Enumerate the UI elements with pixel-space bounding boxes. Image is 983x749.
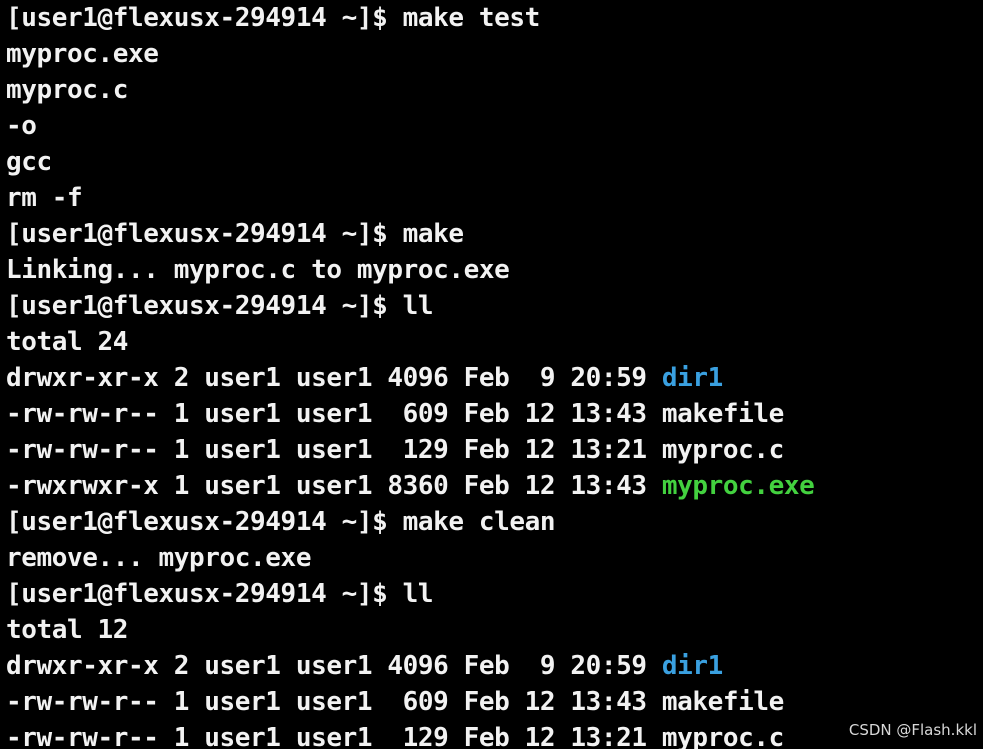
terminal-line: -rwxrwxr-x 1 user1 user1 8360 Feb 12 13:… [6,468,815,504]
terminal-line: [user1@flexusx-294914 ~]$ make test [6,0,814,36]
terminal-line-text: [user1@flexusx-294914 ~]$ make test [6,3,540,33]
terminal-line: -rw-rw-r-- 1 user1 user1 609 Feb 12 13:4… [6,396,814,432]
terminal-line: remove... myproc.exe [6,540,814,576]
directory-name: dir1 [661,363,723,393]
watermark: CSDN @Flash.kkl [848,721,977,739]
terminal-line: Linking... myproc.c to myproc.exe [6,252,814,288]
file-name: myproc.c [661,435,784,465]
terminal-line-text: [user1@flexusx-294914 ~]$ make clean [6,507,556,537]
terminal-line: total 12 [6,612,814,648]
terminal-line-text: drwxr-xr-x 2 user1 user1 4096 Feb 9 20:5… [6,651,662,681]
terminal-line-text: -o [6,111,37,141]
directory-name: dir1 [661,651,723,681]
terminal-line-text: myproc.c [6,75,129,105]
terminal-line: myproc.c [6,72,814,108]
file-name: makefile [661,687,784,717]
terminal-window[interactable]: [user1@flexusx-294914 ~]$ make test mypro… [0,0,983,749]
terminal-line: gcc [6,144,814,180]
terminal-line: drwxr-xr-x 2 user1 user1 4096 Feb 9 20:5… [6,648,814,684]
terminal-line-text: drwxr-xr-x 2 user1 user1 4096 Feb 9 20:5… [6,363,662,393]
terminal-line-text: remove... myproc.exe [6,543,312,573]
terminal-line-text: Linking... myproc.c to myproc.exe [6,255,510,285]
terminal-line-text: gcc [6,147,52,177]
terminal-line-text: -rw-rw-r-- 1 user1 user1 609 Feb 12 13:4… [6,687,662,717]
terminal-line: -rw-rw-r-- 1 user1 user1 129 Feb 12 13:2… [6,720,814,749]
terminal-output: [user1@flexusx-294914 ~]$ make test mypro… [6,0,815,749]
terminal-line: total 24 [6,324,814,360]
terminal-line-text: [user1@flexusx-294914 ~]$ ll [6,291,434,321]
terminal-line: [user1@flexusx-294914 ~]$ ll [6,288,814,324]
terminal-line: [user1@flexusx-294914 ~]$ ll [6,576,814,612]
terminal-line-text: myproc.exe [6,39,159,69]
terminal-line: -rw-rw-r-- 1 user1 user1 609 Feb 12 13:4… [6,684,814,720]
terminal-line-text: total 24 [6,327,129,357]
terminal-line-text: -rw-rw-r-- 1 user1 user1 129 Feb 12 13:2… [6,435,662,465]
terminal-line-text: -rwxrwxr-x 1 user1 user1 8360 Feb 12 13:… [6,471,662,501]
terminal-line: myproc.exe [6,36,814,72]
terminal-line-text: -rw-rw-r-- 1 user1 user1 609 Feb 12 13:4… [6,399,662,429]
file-name: makefile [661,399,784,429]
terminal-line-text: -rw-rw-r-- 1 user1 user1 129 Feb 12 13:2… [6,723,662,749]
file-name: myproc.c [661,723,784,749]
terminal-line: [user1@flexusx-294914 ~]$ make clean [6,504,814,540]
terminal-line: -o [6,108,814,144]
terminal-line-text: [user1@flexusx-294914 ~]$ make [6,219,464,249]
terminal-line: rm -f [6,180,814,216]
executable-name: myproc.exe [661,471,815,501]
terminal-line-text: [user1@flexusx-294914 ~]$ ll [6,579,434,609]
terminal-line: drwxr-xr-x 2 user1 user1 4096 Feb 9 20:5… [6,360,814,396]
terminal-line-text: total 12 [6,615,129,645]
terminal-line: [user1@flexusx-294914 ~]$ make [6,216,814,252]
terminal-line-text: rm -f [6,183,83,213]
terminal-line: -rw-rw-r-- 1 user1 user1 129 Feb 12 13:2… [6,432,814,468]
